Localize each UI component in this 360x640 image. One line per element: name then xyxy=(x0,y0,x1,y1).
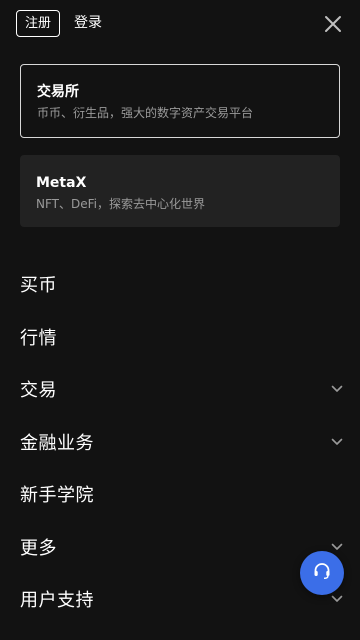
chevron-down-icon xyxy=(330,592,344,606)
menu-item-finance[interactable]: 金融业务 xyxy=(20,416,344,469)
menu-item-buy-crypto[interactable]: 买币 xyxy=(20,258,344,311)
register-button[interactable]: 注册 xyxy=(16,10,61,37)
metax-card[interactable]: MetaX NFT、DeFi，探索去中心化世界 xyxy=(20,155,340,227)
customer-support-button[interactable] xyxy=(300,551,344,595)
menu-item-label: 交易 xyxy=(20,380,57,402)
exchange-card-title: 交易所 xyxy=(37,84,79,100)
menu-item-label: 买币 xyxy=(20,275,57,297)
chevron-down-icon xyxy=(330,382,344,396)
menu-item-label: 更多 xyxy=(20,537,57,559)
login-button[interactable]: 登录 xyxy=(74,10,102,37)
chevron-down-icon xyxy=(330,435,344,449)
headset-icon xyxy=(312,561,332,585)
menu-page: 注册 登录 交易所 币币、衍生品，强大的数字资产交易平台 MetaX NFT、D… xyxy=(0,0,360,640)
top-bar: 注册 登录 xyxy=(16,10,344,38)
menu-item-markets[interactable]: 行情 xyxy=(20,311,344,364)
menu-item-label: 金融业务 xyxy=(20,432,94,454)
metax-card-title: MetaX xyxy=(36,175,87,191)
menu-item-label: 行情 xyxy=(20,327,57,349)
metax-card-subtitle: NFT、DeFi，探索去中心化世界 xyxy=(36,197,205,211)
menu-item-more[interactable]: 更多 xyxy=(20,521,344,574)
menu-item-trade[interactable]: 交易 xyxy=(20,363,344,416)
menu-item-label: 用户支持 xyxy=(20,590,94,612)
menu-item-academy[interactable]: 新手学院 xyxy=(20,468,344,521)
chevron-down-icon xyxy=(330,540,344,554)
exchange-card-subtitle: 币币、衍生品，强大的数字资产交易平台 xyxy=(37,106,254,120)
menu-item-label: 新手学院 xyxy=(20,485,94,507)
menu-item-support[interactable]: 用户支持 xyxy=(20,573,344,626)
main-menu: 买币 行情 交易 金融业务 新手学院 更多 用户支持 xyxy=(20,258,344,626)
exchange-card[interactable]: 交易所 币币、衍生品，强大的数字资产交易平台 xyxy=(20,64,340,138)
close-icon[interactable] xyxy=(322,13,344,35)
